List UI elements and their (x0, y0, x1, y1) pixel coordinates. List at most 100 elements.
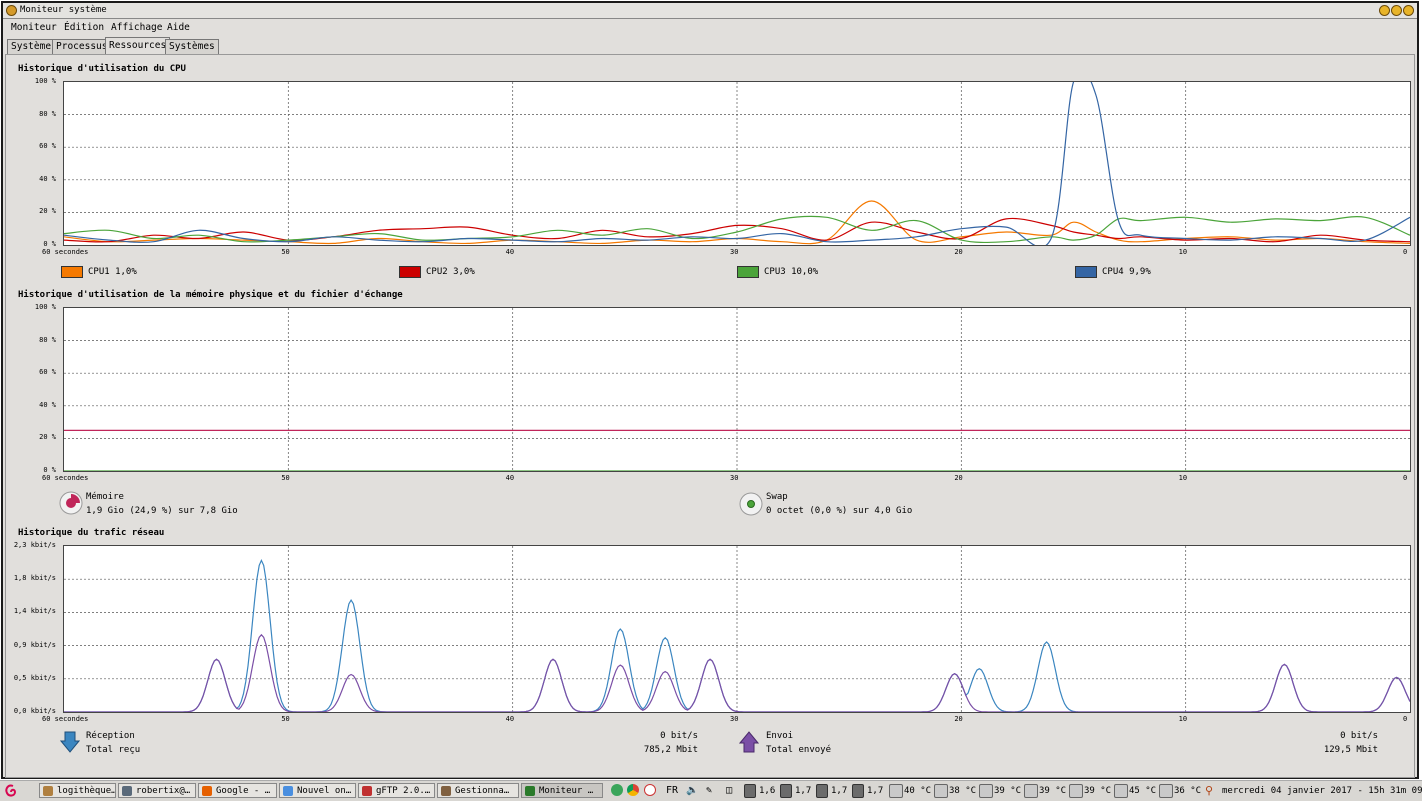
temperature-value: 40 °C (904, 786, 932, 796)
total-received-label: Total reçu (86, 745, 141, 755)
memory-label: Mémoire (86, 492, 124, 502)
send-label: Envoi (766, 731, 794, 741)
y-tick-label: 100 % (34, 77, 56, 85)
cpu-frequency: 1,7 (867, 786, 884, 796)
y-tick-label: 0,0 kbit/s (13, 707, 56, 715)
cpu3-color-swatch[interactable] (737, 266, 759, 278)
package-icon (441, 786, 451, 796)
task-button[interactable]: Gestionna… (437, 783, 519, 798)
temperature-sensor-icon[interactable] (889, 784, 903, 798)
temperature-sensor-icon[interactable] (1114, 784, 1128, 798)
monitor-icon (525, 786, 535, 796)
memory-pie-icon[interactable] (59, 491, 83, 515)
task-label: robertix@… (136, 786, 191, 796)
y-tick-label: 0,5 kbit/s (13, 673, 56, 682)
chart-plot-0 (64, 82, 1410, 245)
temperature-sensor-icon[interactable] (979, 784, 993, 798)
total-received-value: 785,2 Mbit (643, 745, 698, 755)
cpu2-legend-label: CPU2 3,0% (426, 267, 475, 277)
task-button[interactable]: Moniteur … (521, 783, 603, 798)
maximize-button[interactable] (1391, 5, 1402, 16)
reception-label: Réception (86, 731, 135, 741)
x-tick-label: 40 (505, 248, 515, 256)
task-button[interactable]: gFTP 2.0.… (358, 783, 435, 798)
cpu4-color-swatch[interactable] (1075, 266, 1097, 278)
tab-systeme[interactable]: Système (7, 39, 56, 54)
x-tick-label: 20 (954, 715, 963, 723)
x-tick-label: 60 secondes (42, 474, 89, 482)
y-tick-label: 0,9 kbit/s (13, 640, 56, 649)
app-icon[interactable] (6, 5, 17, 16)
network-history-graph (63, 545, 1411, 713)
y-tick-label: 100 % (34, 303, 56, 311)
cpu1-color-swatch[interactable] (61, 266, 83, 278)
x-tick-label: 10 (1178, 474, 1188, 482)
send-rate: 0 bit/s (1340, 731, 1378, 741)
temperature-sensor-icon[interactable] (934, 784, 948, 798)
search-icon[interactable]: ⚲ (1205, 784, 1213, 798)
tab-ressources[interactable]: Ressources (105, 37, 171, 54)
task-button[interactable]: robertix@… (118, 783, 196, 798)
minimize-button[interactable] (1379, 5, 1390, 16)
menu-aide[interactable]: Aide (167, 20, 190, 36)
task-label: Moniteur … (539, 786, 594, 796)
temperature-value: 39 °C (1084, 786, 1112, 796)
tab-systemes-de-fichiers[interactable]: Systèmes de fichiers (165, 39, 219, 80)
x-tick-label: 0 (1403, 474, 1408, 482)
keyboard-layout[interactable]: FR (666, 784, 678, 798)
title-bar[interactable]: Moniteur système (3, 3, 1417, 19)
menu-moniteur[interactable]: Moniteur (11, 20, 57, 36)
cpu1-legend-label: CPU1 1,0% (88, 267, 137, 277)
tab-processus[interactable]: Processus (52, 39, 112, 54)
x-tick-label: 50 (281, 248, 290, 256)
terminal-icon (122, 786, 132, 796)
x-tick-label: 50 (281, 474, 290, 482)
task-button[interactable]: Google - … (198, 783, 277, 798)
cpu-chip-icon[interactable] (852, 784, 864, 798)
task-label: Gestionna… (455, 786, 510, 796)
menu-affichage[interactable]: Affichage (111, 20, 162, 36)
task-label: logithèque… (57, 786, 116, 796)
cpu-chip-icon[interactable] (780, 784, 792, 798)
taskbar: logithèque… robertix@… Google - … Nouvel on… (0, 780, 1422, 801)
chart-plot-2 (64, 546, 1410, 712)
cpu-chip-icon[interactable] (744, 784, 756, 798)
task-button[interactable]: logithèque… (39, 783, 116, 798)
swap-pie-icon[interactable] (739, 492, 763, 516)
task-label: Google - … (216, 786, 271, 796)
x-tick-label: 0 (1403, 715, 1408, 723)
resources-panel: Historique d'utilisation du CPU 100 % 80 … (5, 54, 1415, 778)
menu-edition[interactable]: Édition (64, 20, 104, 36)
temperature-value: 39 °C (994, 786, 1022, 796)
battery-icon[interactable]: ◫ (726, 784, 732, 798)
system-monitor-window: Moniteur système Moniteur Édition Affich… (1, 1, 1419, 779)
debian-menu-icon[interactable] (4, 783, 18, 798)
close-button[interactable] (1403, 5, 1414, 16)
volume-icon[interactable]: 🔈 (686, 784, 698, 798)
temperature-sensor-icon[interactable] (1024, 784, 1038, 798)
menu-bar: Moniteur Édition Affichage Aide (3, 20, 1417, 36)
alarm-clock-icon[interactable] (644, 784, 656, 796)
total-sent-label: Total envoyé (766, 745, 832, 755)
y-tick-label: 20 % (39, 433, 56, 442)
notification-icon[interactable] (611, 784, 623, 796)
memory-history-graph (63, 307, 1411, 472)
chrome-tray-icon[interactable] (627, 784, 639, 796)
gftp-icon (362, 786, 372, 796)
clock[interactable]: mercredi 04 janvier 2017 - 15h 31m 09s (1222, 784, 1422, 798)
network-tray-icon[interactable]: ✎ (706, 784, 712, 798)
task-label: gFTP 2.0.… (376, 786, 431, 796)
temperature-sensor-icon[interactable] (1069, 784, 1083, 798)
upload-arrow-icon[interactable] (739, 731, 759, 753)
y-tick-label: 40 % (39, 400, 56, 409)
cpu-chip-icon[interactable] (816, 784, 828, 798)
temperature-sensor-icon[interactable] (1159, 784, 1173, 798)
y-tick-label: 60 % (39, 142, 56, 151)
cpu2-color-swatch[interactable] (399, 266, 421, 278)
download-arrow-icon[interactable] (60, 731, 80, 753)
temperature-value: 36 °C (1174, 786, 1202, 796)
y-tick-label: 1,8 kbit/s (13, 574, 56, 583)
y-tick-label: 80 % (39, 335, 56, 344)
task-button[interactable]: Nouvel on… (279, 783, 356, 798)
cpu-frequency: 1,7 (795, 786, 812, 796)
